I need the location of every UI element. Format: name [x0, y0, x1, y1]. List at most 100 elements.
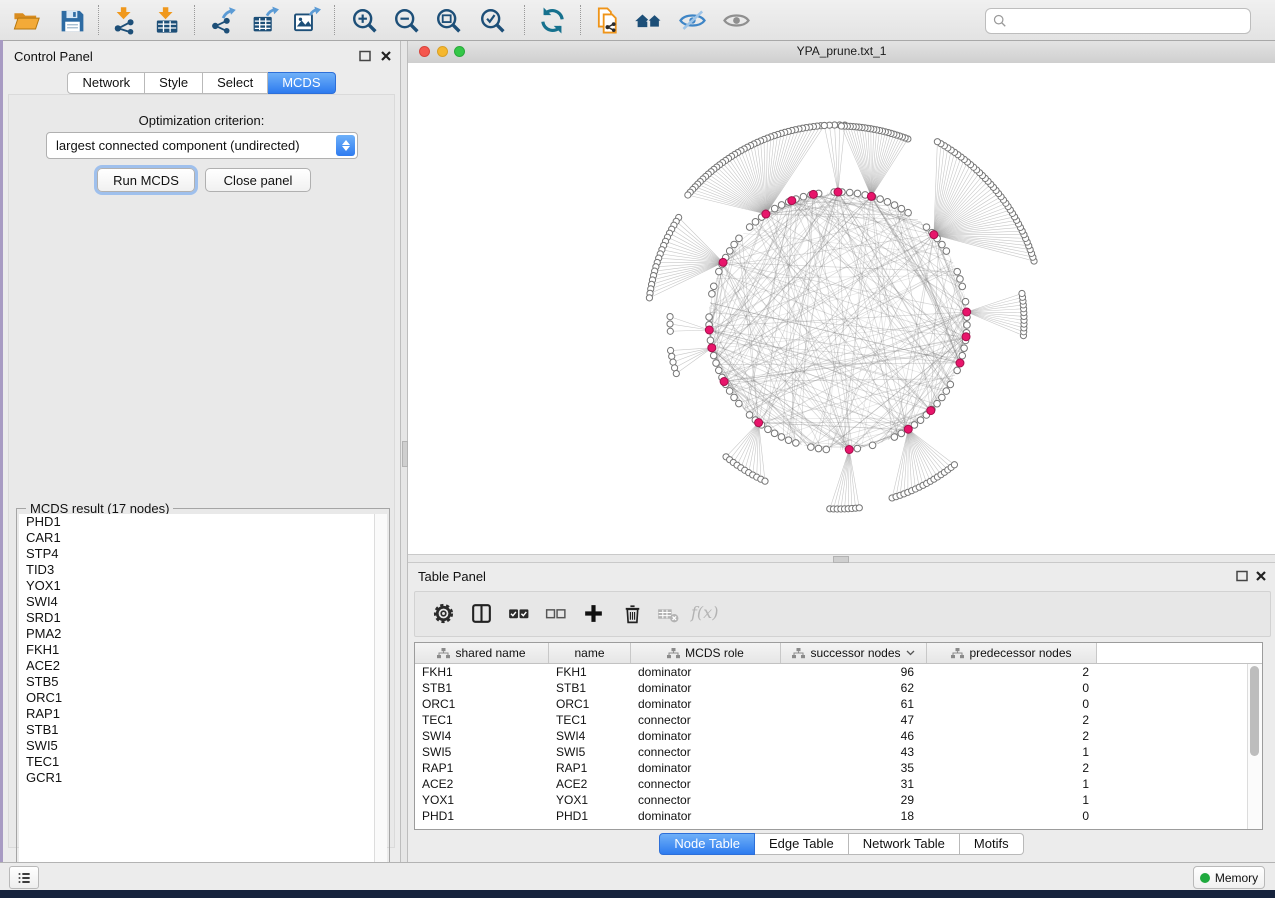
- hide-selected-eye-icon[interactable]: [678, 6, 707, 35]
- column-label: name: [574, 646, 604, 660]
- cell-MCDS-role: dominator: [631, 808, 781, 824]
- toggle-column-icon[interactable]: [469, 601, 494, 626]
- add-row-icon[interactable]: [581, 601, 606, 626]
- table-row[interactable]: RAP1RAP1dominator352: [415, 760, 1262, 776]
- table-row[interactable]: ACE2ACE2connector311: [415, 776, 1262, 792]
- mcds-list-scrollbar[interactable]: [374, 514, 387, 874]
- deselect-all-icon[interactable]: [543, 601, 568, 626]
- mcds-tab-content: Optimization criterion: largest connecte…: [8, 94, 395, 848]
- zoom-fit-icon[interactable]: [434, 6, 463, 35]
- column-header-name[interactable]: name: [549, 643, 631, 663]
- import-network-icon[interactable]: [110, 6, 139, 35]
- network-canvas[interactable]: [408, 63, 1275, 554]
- vertical-splitter[interactable]: [400, 41, 408, 862]
- close-panel-icon[interactable]: [1254, 569, 1268, 583]
- mcds-result-item[interactable]: RAP1: [19, 706, 374, 722]
- cell-predecessor-nodes: 0: [927, 808, 1097, 824]
- mcds-result-item[interactable]: TEC1: [19, 754, 374, 770]
- mcds-result-item[interactable]: CAR1: [19, 530, 374, 546]
- toolbar-separator: [98, 5, 99, 35]
- mcds-result-item[interactable]: SRD1: [19, 610, 374, 626]
- table-row[interactable]: SWI4SWI4dominator462: [415, 728, 1262, 744]
- horizontal-splitter[interactable]: [408, 554, 1275, 563]
- import-table-icon[interactable]: [152, 6, 181, 35]
- mcds-result-item[interactable]: SWI5: [19, 738, 374, 754]
- mcds-result-item[interactable]: PHD1: [19, 514, 374, 530]
- mcds-result-item[interactable]: YOX1: [19, 578, 374, 594]
- export-network-icon[interactable]: [208, 6, 237, 35]
- cell-shared-name: PHD1: [415, 808, 549, 824]
- table-row[interactable]: ORC1ORC1dominator610: [415, 696, 1262, 712]
- table-row[interactable]: PHD1PHD1dominator180: [415, 808, 1262, 824]
- mcds-result-item[interactable]: TID3: [19, 562, 374, 578]
- table-row[interactable]: SWI5SWI5connector431: [415, 744, 1262, 760]
- tab-mcds[interactable]: MCDS: [268, 72, 335, 94]
- cell-name: SWI5: [549, 744, 631, 760]
- export-table-icon[interactable]: [250, 6, 279, 35]
- tab-edge-table[interactable]: Edge Table: [755, 833, 849, 855]
- mcds-result-item[interactable]: PMA2: [19, 626, 374, 642]
- tab-select[interactable]: Select: [203, 72, 268, 94]
- table-row[interactable]: STB1STB1dominator620: [415, 680, 1262, 696]
- zoom-in-icon[interactable]: [350, 6, 379, 35]
- cell-successor-nodes: 47: [781, 712, 927, 728]
- open-file-icon[interactable]: [12, 6, 41, 35]
- scrollbar-thumb[interactable]: [1250, 666, 1259, 756]
- table-row[interactable]: TEC1TEC1connector472: [415, 712, 1262, 728]
- sitemap-icon: [667, 648, 680, 659]
- mcds-result-list[interactable]: PHD1CAR1STP4TID3YOX1SWI4SRD1PMA2FKH1ACE2…: [19, 514, 375, 874]
- tab-style[interactable]: Style: [145, 72, 203, 94]
- table-scrollbar[interactable]: [1247, 664, 1262, 830]
- table-row[interactable]: YOX1YOX1connector291: [415, 792, 1262, 808]
- network-window-title: YPA_prune.txt_1: [408, 44, 1275, 58]
- clone-network-icon[interactable]: [594, 6, 623, 35]
- run-mcds-button[interactable]: Run MCDS: [97, 168, 195, 192]
- splitter-grip[interactable]: [833, 556, 849, 563]
- mcds-result-item[interactable]: STB5: [19, 674, 374, 690]
- column-header-MCDS-role[interactable]: MCDS role: [631, 643, 781, 663]
- mcds-result-item[interactable]: FKH1: [19, 642, 374, 658]
- column-label: MCDS role: [685, 646, 744, 660]
- mcds-result-item[interactable]: SWI4: [19, 594, 374, 610]
- refresh-view-icon[interactable]: [538, 6, 567, 35]
- column-header-successor-nodes[interactable]: successor nodes: [781, 643, 927, 663]
- select-all-icon[interactable]: [506, 601, 531, 626]
- mcds-result-item[interactable]: STB1: [19, 722, 374, 738]
- sort-down-icon: [906, 650, 915, 656]
- float-panel-icon[interactable]: [358, 49, 372, 63]
- tab-network-table[interactable]: Network Table: [849, 833, 960, 855]
- mcds-result-item[interactable]: STP4: [19, 546, 374, 562]
- search-box[interactable]: [985, 8, 1251, 34]
- network-window-titlebar[interactable]: YPA_prune.txt_1: [408, 41, 1275, 64]
- show-all-eye-icon[interactable]: [722, 6, 751, 35]
- memory-button[interactable]: Memory: [1193, 866, 1265, 889]
- tab-motifs[interactable]: Motifs: [960, 833, 1024, 855]
- tab-network[interactable]: Network: [67, 72, 145, 94]
- criterion-dropdown[interactable]: largest connected component (undirected): [46, 132, 358, 159]
- control-panel: Control Panel NetworkStyleSelectMCDS Opt…: [3, 41, 400, 862]
- delete-row-trash-icon[interactable]: [620, 601, 645, 626]
- save-session-icon[interactable]: [58, 6, 87, 35]
- float-panel-icon[interactable]: [1235, 569, 1249, 583]
- mcds-result-item[interactable]: ACE2: [19, 658, 374, 674]
- column-header-shared-name[interactable]: shared name: [415, 643, 549, 663]
- search-input[interactable]: [1007, 12, 1250, 30]
- tab-node-table[interactable]: Node Table: [659, 833, 755, 855]
- zoom-out-icon[interactable]: [392, 6, 421, 35]
- table-row[interactable]: FKH1FKH1dominator962: [415, 664, 1262, 680]
- mcds-result-item[interactable]: ORC1: [19, 690, 374, 706]
- first-neighbors-icon[interactable]: [634, 6, 663, 35]
- zoom-selected-icon[interactable]: [478, 6, 507, 35]
- export-image-icon[interactable]: [292, 6, 321, 35]
- cell-shared-name: SWI5: [415, 744, 549, 760]
- cell-name: STB1: [549, 680, 631, 696]
- cell-shared-name: YOX1: [415, 792, 549, 808]
- close-panel-icon[interactable]: [379, 49, 393, 63]
- close-panel-button[interactable]: Close panel: [205, 168, 311, 192]
- settings-gear-icon[interactable]: [431, 601, 456, 626]
- column-header-predecessor-nodes[interactable]: predecessor nodes: [927, 643, 1097, 663]
- table-header-row: shared name name MCDS role successor nodesp…: [415, 643, 1262, 664]
- node-table[interactable]: shared name name MCDS role successor nodesp…: [414, 642, 1263, 830]
- task-history-button[interactable]: [9, 866, 39, 889]
- mcds-result-item[interactable]: GCR1: [19, 770, 374, 786]
